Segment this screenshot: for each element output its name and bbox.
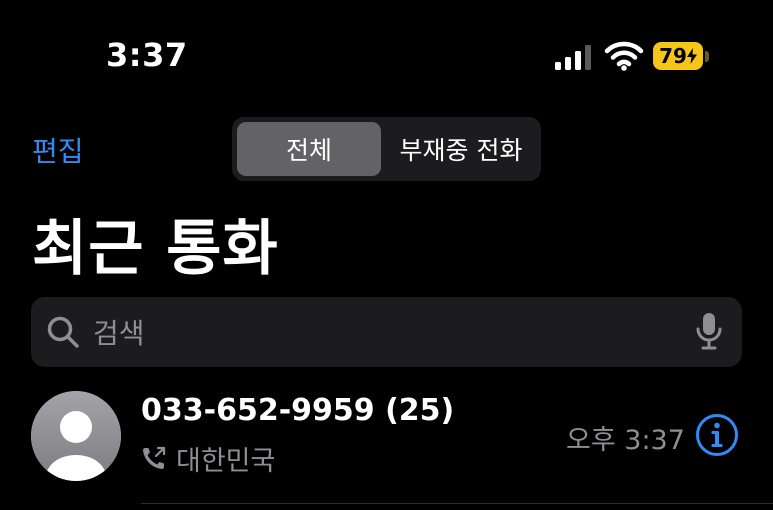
status-time: 3:37 [106, 36, 188, 74]
battery-charging-icon: 79 [653, 42, 713, 72]
battery-level: 79 [653, 42, 703, 70]
search-bar [31, 297, 742, 367]
segment-missed-calls[interactable]: 부재중 전화 [387, 122, 535, 176]
outgoing-call-icon [143, 446, 166, 469]
call-number: 033-652-9959 (25) [141, 393, 455, 428]
cellular-signal-icon [555, 45, 591, 70]
avatar [31, 391, 121, 481]
call-time: 오후 3:37 [566, 425, 685, 456]
row-separator [141, 503, 773, 504]
battery-nub [705, 51, 709, 62]
call-list-item[interactable]: 033-652-9959 (25) 대한민국 오후 3:37 [0, 385, 773, 510]
page-title: 최근 통화 [32, 214, 279, 284]
status-bar: 3:37 79 [0, 0, 773, 110]
wifi-icon [604, 41, 644, 71]
call-filter-segmented-control: 전체 부재중 전화 [232, 117, 541, 181]
segment-all[interactable]: 전체 [237, 122, 381, 176]
edit-button[interactable]: 편집 [32, 130, 84, 170]
microphone-icon[interactable] [695, 312, 723, 352]
info-icon[interactable] [695, 413, 739, 457]
person-silhouette-icon [31, 391, 121, 481]
call-location: 대한민국 [176, 446, 276, 477]
bolt-icon [686, 48, 697, 64]
search-icon [47, 316, 79, 348]
search-input[interactable] [91, 309, 655, 357]
